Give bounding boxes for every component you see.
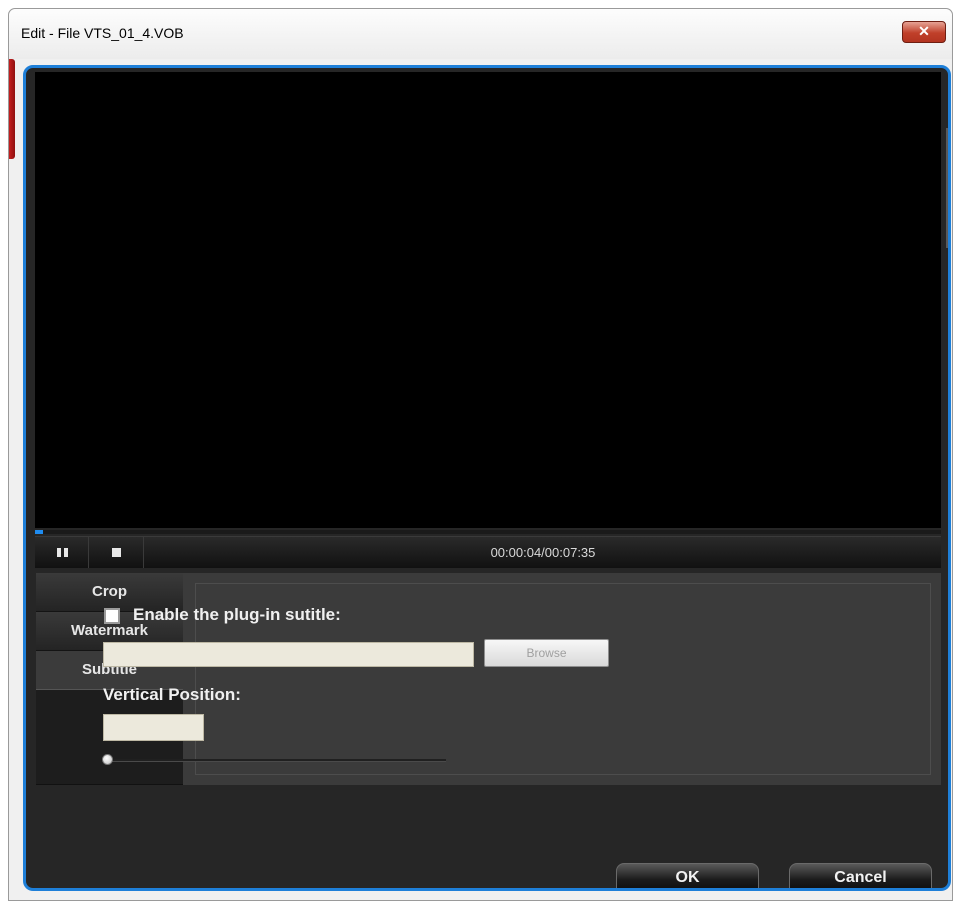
- vertical-position-label: Vertical Position:: [103, 685, 241, 704]
- stop-button[interactable]: [90, 537, 144, 568]
- background-window-edge: [9, 59, 15, 159]
- enable-subtitle-checkbox[interactable]: [104, 608, 120, 624]
- window-title: Edit - File VTS_01_4.VOB: [21, 25, 184, 41]
- browse-button[interactable]: Browse: [484, 639, 609, 667]
- close-icon: ✕: [918, 23, 930, 39]
- close-button[interactable]: ✕: [902, 21, 946, 43]
- vertical-position-slider-track[interactable]: [106, 759, 446, 762]
- vertical-position-slider-thumb[interactable]: [102, 754, 113, 765]
- subtitle-file-field[interactable]: [103, 642, 474, 667]
- playback-controls: 00:00:04/00:07:35: [35, 536, 941, 568]
- enable-subtitle-label: Enable the plug-in sutitle:: [133, 605, 341, 624]
- seek-bar-progress: [35, 530, 43, 534]
- stop-icon: [112, 548, 121, 557]
- dialog-frame: 00:00:04/00:07:35 Crop Watermark Subtitl…: [23, 65, 951, 891]
- ok-button[interactable]: OK: [616, 863, 759, 888]
- title-bar[interactable]: Edit - File VTS_01_4.VOB ✕: [9, 9, 952, 59]
- vertical-position-field[interactable]: [103, 714, 204, 741]
- seek-bar[interactable]: [35, 530, 941, 534]
- cancel-button[interactable]: Cancel: [789, 863, 932, 888]
- time-display: 00:00:04/00:07:35: [490, 545, 596, 560]
- pause-icon: [57, 548, 68, 557]
- edit-dialog: Edit - File VTS_01_4.VOB ✕ 00:00:04/00:0…: [8, 8, 953, 901]
- video-preview: [35, 72, 941, 528]
- pause-button[interactable]: [35, 537, 89, 568]
- frame-edge-highlight: [946, 128, 948, 248]
